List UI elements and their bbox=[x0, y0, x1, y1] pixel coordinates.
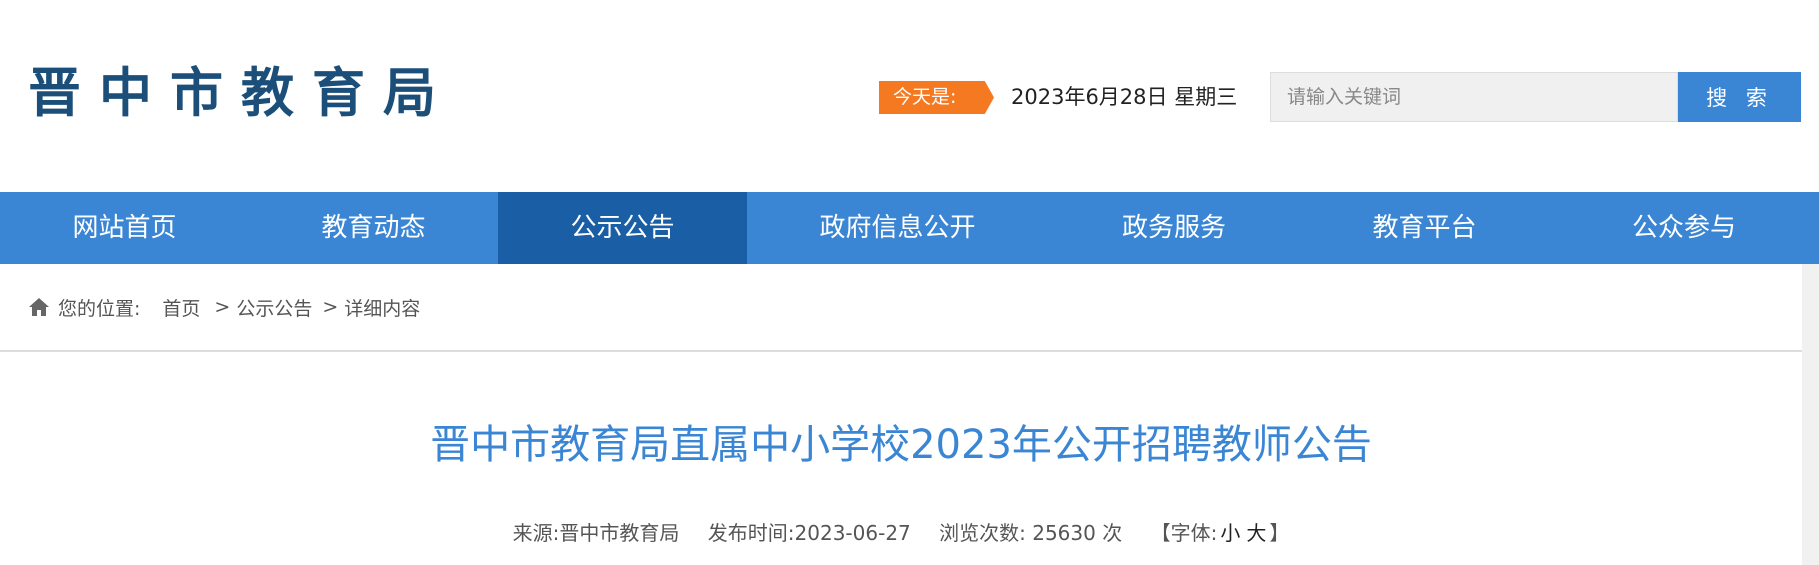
nav-item-home[interactable]: 网站首页 bbox=[0, 192, 249, 264]
today-label-badge: 今天是: bbox=[879, 81, 994, 114]
main-nav: 网站首页 教育动态 公示公告 政府信息公开 政务服务 教育平台 公众参与 bbox=[0, 192, 1819, 264]
font-size-small-button[interactable]: 小 bbox=[1220, 521, 1240, 545]
breadcrumb-current: 详细内容 bbox=[344, 297, 421, 320]
source-value: 晋中市教育局 bbox=[559, 521, 680, 545]
breadcrumb-separator: > bbox=[214, 296, 231, 318]
font-size-close: 】 bbox=[1269, 521, 1290, 545]
page: 晋中市教育局 今天是: 2023年6月28日 星期三 搜 索 网站首页 教育动态… bbox=[0, 0, 1819, 565]
nav-item-education-news[interactable]: 教育动态 bbox=[249, 192, 498, 264]
search-input[interactable] bbox=[1270, 72, 1678, 122]
breadcrumb-separator: > bbox=[322, 296, 339, 318]
site-header: 晋中市教育局 今天是: 2023年6月28日 星期三 搜 索 bbox=[0, 0, 1819, 192]
view-count-value: 25630 bbox=[1032, 521, 1096, 545]
breadcrumb-home-link[interactable]: 首页 bbox=[162, 294, 200, 321]
breadcrumb-label: 您的位置: bbox=[58, 297, 141, 320]
nav-item-public-participation[interactable]: 公众参与 bbox=[1549, 192, 1819, 264]
current-date: 2023年6月28日 星期三 bbox=[1011, 85, 1238, 109]
article-title: 晋中市教育局直属中小学校2023年公开招聘教师公告 bbox=[430, 422, 1372, 468]
search-button[interactable]: 搜 索 bbox=[1678, 72, 1801, 122]
font-size-open: 【字体: bbox=[1150, 521, 1218, 545]
nav-item-education-platform[interactable]: 教育平台 bbox=[1300, 192, 1549, 264]
article-meta: 来源:晋中市教育局 发布时间:2023-06-27 浏览次数: 25630 次 … bbox=[0, 517, 1802, 549]
nav-item-gov-info-disclosure[interactable]: 政府信息公开 bbox=[747, 192, 1048, 264]
nav-item-announcements[interactable]: 公示公告 bbox=[498, 192, 747, 264]
home-icon bbox=[29, 298, 49, 316]
publish-time-label: 发布时间: bbox=[707, 521, 795, 545]
site-logo[interactable]: 晋中市教育局 bbox=[28, 58, 454, 128]
publish-time-value: 2023-06-27 bbox=[794, 521, 911, 545]
nav-item-gov-services[interactable]: 政务服务 bbox=[1048, 192, 1300, 264]
font-size-large-button[interactable]: 大 bbox=[1246, 521, 1266, 545]
breadcrumb-announcements-link[interactable]: 公示公告 bbox=[236, 294, 312, 321]
view-count-unit: 次 bbox=[1102, 521, 1123, 545]
scrollbar-track[interactable] bbox=[1802, 264, 1819, 565]
view-count-label: 浏览次数: bbox=[939, 521, 1026, 545]
source-label: 来源: bbox=[512, 521, 560, 545]
breadcrumb: 您的位置: 首页 > 公示公告 > 详细内容 bbox=[0, 264, 1802, 352]
